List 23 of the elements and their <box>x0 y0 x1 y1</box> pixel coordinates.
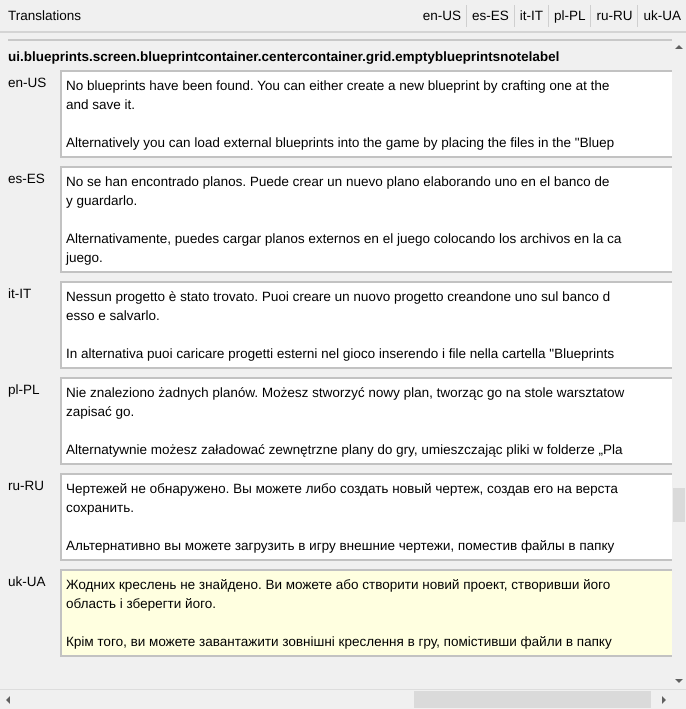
language-label: ru-RU <box>8 477 45 495</box>
language-tab[interactable]: uk-UA <box>637 4 686 26</box>
translation-field[interactable]: Nie znaleziono żadnych planów. Możesz stworzyć nowy plan, tworząc go na stole warsztatow zapisać go. Alternatywnie możesz załadować zewnętrzne plany do gry, umieszczając pliki w folderze „Pla <box>60 377 672 465</box>
language-label: pl-PL <box>8 381 41 399</box>
language-label: uk-UA <box>8 573 47 591</box>
language-tab[interactable]: es-ES <box>466 4 514 26</box>
scrollbar-thumb[interactable] <box>673 488 685 522</box>
language-tab[interactable]: ru-RU <box>590 4 638 26</box>
language-label: it-IT <box>8 285 32 303</box>
language-tab[interactable]: en-US <box>418 4 466 26</box>
translation-field[interactable]: Nessun progetto è stato trovato. Puoi creare un nuovo progetto creandone uno sul banco d esso e salvarlo. In alternativa puoi caricare progetti esterni nel gioco inserendo i file nella cartella "Blueprints <box>60 281 672 369</box>
scroll-down-icon[interactable] <box>674 677 684 685</box>
translation-field[interactable]: No se han encontrado planos. Puede crear un nuevo plano elaborando uno en el banco de y guardarlo. Alternativamente, puedes cargar planos externos en el juego colocando los archivos en la ca juego. <box>60 166 672 273</box>
translation-field[interactable]: Чертежей не обнаружено. Вы можете либо создать новый чертеж, создав его на верста сохранить. Альтернативно вы можете загрузить в игру внешние чертежи, поместив файлы в папку <box>60 473 672 561</box>
translation-field[interactable]: No blueprints have been found. You can either create a new blueprint by crafting one at the and save it. Alternatively you can load external blueprints into the game by placing the files in the "Bluep <box>60 70 672 158</box>
language-tab[interactable]: pl-PL <box>548 4 590 26</box>
panel-title: Translations <box>8 8 82 23</box>
translation-key: ui.blueprints.screen.blueprintcontainer.centercontainer.grid.emptyblueprintsnotelabel <box>8 49 672 64</box>
language-label: en-US <box>8 74 48 92</box>
language-tab[interactable]: it-IT <box>514 4 548 26</box>
scroll-up-icon[interactable] <box>674 43 684 51</box>
translation-field[interactable]: Жодних креслень не знайдено. Ви можете або створити новий проект, створивши його область і зберегти його. Крім того, ви можете завантажити зовнішні креслення в гру, помістивши файли в папку <box>60 569 672 657</box>
language-label: es-ES <box>8 170 46 188</box>
